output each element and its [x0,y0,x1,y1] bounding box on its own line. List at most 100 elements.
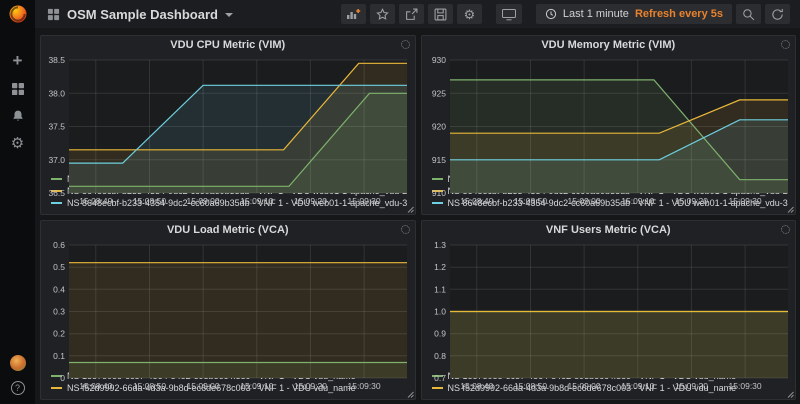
svg-text:910: 910 [431,188,445,198]
time-range-label: Last 1 minute [563,8,629,20]
star-icon [376,8,389,21]
tv-mode-button[interactable] [496,4,522,24]
plus-icon [356,9,360,13]
panel-vdu-cpu-metric: VDU CPU Metric (VIM) 36.5 37.0 37.5 38.0 38.… [40,35,416,215]
svg-text:0.3: 0.3 [53,307,65,317]
save-button[interactable] [428,4,453,24]
svg-text:15:08:50: 15:08:50 [133,381,166,391]
panel-loading-spinner-icon [401,40,410,49]
svg-text:15:08:40: 15:08:40 [79,381,112,391]
svg-text:0.4: 0.4 [53,284,65,294]
chevron-down-icon[interactable] [225,13,233,17]
svg-text:0.8: 0.8 [434,351,446,361]
clock-icon [545,8,557,20]
magnifier-icon [742,8,755,21]
svg-text:0.7: 0.7 [434,373,446,383]
svg-text:0: 0 [60,373,65,383]
dashboard-title[interactable]: OSM Sample Dashboard [67,7,218,22]
svg-text:15:09:10: 15:09:10 [621,196,654,206]
plus-icon: + [13,52,23,69]
svg-text:15:09:20: 15:09:20 [674,381,707,391]
chart-svg: 910 915 920 925 930 15:08:40 15:08:50 15:09:00 1… [422,55,796,207]
chart-area[interactable]: 00.10.20.30.40.50.615:08:4015:08:5015:09… [41,240,415,368]
panel-loading-spinner-icon [781,40,790,49]
panel-vdu-load-metric: VDU Load Metric (VCA) 0 0.1 0.2 0.3 0.4 0.5 0.… [40,220,416,400]
refresh-interval-label: Refresh every 5s [635,8,723,20]
svg-text:1.0: 1.0 [434,307,446,317]
svg-text:15:09:00: 15:09:00 [567,196,600,206]
star-button[interactable] [370,4,395,24]
chart-area[interactable]: 0.70.80.91.01.11.21.315:08:4015:08:5015:… [422,240,796,368]
svg-text:915: 915 [431,155,445,165]
svg-text:15:09:20: 15:09:20 [294,381,327,391]
svg-text:15:09:00: 15:09:00 [187,196,220,206]
sidebar-item-alerting[interactable] [11,109,25,123]
panel-resize-handle[interactable] [786,390,794,398]
help-icon[interactable]: ? [11,381,25,395]
svg-text:920: 920 [431,122,445,132]
panel-loading-spinner-icon [401,225,410,234]
sidebar-item-configuration[interactable]: ⚙ [11,136,24,151]
svg-text:37.5: 37.5 [48,122,65,132]
svg-text:0.6: 0.6 [53,240,65,250]
dashboard-settings-button[interactable]: ⚙ [457,4,482,24]
svg-text:15:09:00: 15:09:00 [567,381,600,391]
zoom-out-button[interactable] [736,4,761,24]
svg-text:15:09:30: 15:09:30 [728,196,761,206]
refresh-button[interactable] [765,4,790,24]
tv-icon [501,8,517,21]
chart-area[interactable]: 36.537.037.538.038.515:08:4015:08:5015:0… [41,55,415,171]
svg-text:15:09:10: 15:09:10 [240,196,273,206]
svg-text:38.5: 38.5 [48,55,65,65]
sidebar-item-create[interactable]: + [13,52,23,69]
svg-text:930: 930 [431,55,445,65]
svg-text:1.2: 1.2 [434,262,446,272]
panel-resize-handle[interactable] [406,390,414,398]
svg-text:15:09:30: 15:09:30 [348,381,381,391]
dashboards-grid-icon [11,82,25,96]
add-panel-button[interactable] [341,4,366,24]
chart-svg: 36.5 37.0 37.5 38.0 38.5 15:08:40 15:08:50 15:0… [41,55,415,207]
panel-title[interactable]: VNF Users Metric (VCA) [422,221,796,240]
share-button[interactable] [399,4,424,24]
svg-text:0.1: 0.1 [53,351,65,361]
svg-text:0.2: 0.2 [53,329,65,339]
share-icon [405,8,418,21]
gear-icon: ⚙ [11,136,24,151]
grafana-logo[interactable] [0,0,35,28]
svg-text:15:08:50: 15:08:50 [133,196,166,206]
svg-text:925: 925 [431,88,445,98]
svg-text:38.0: 38.0 [48,88,65,98]
svg-text:36.5: 36.5 [48,188,65,198]
svg-text:15:08:50: 15:08:50 [513,381,546,391]
panel-resize-handle[interactable] [786,205,794,213]
panel-resize-handle[interactable] [406,205,414,213]
panel-title[interactable]: VDU Memory Metric (VIM) [422,36,796,55]
user-avatar[interactable] [10,355,26,371]
panel-title[interactable]: VDU CPU Metric (VIM) [41,36,415,55]
svg-text:15:08:40: 15:08:40 [460,381,493,391]
svg-text:15:08:40: 15:08:40 [79,196,112,206]
left-sidebar: + ⚙ ? [0,28,35,404]
svg-text:0.5: 0.5 [53,262,65,272]
top-navbar: OSM Sample Dashboard [0,0,800,28]
panel-title[interactable]: VDU Load Metric (VCA) [41,221,415,240]
time-picker-button[interactable]: Last 1 minute Refresh every 5s [536,4,732,24]
chart-svg: 0.70.80.91.01.11.21.315:08:4015:08:5015:… [422,240,796,392]
panel-loading-spinner-icon [781,225,790,234]
chart-area[interactable]: 91091592092593015:08:4015:08:5015:09:001… [422,55,796,171]
gear-icon: ⚙ [464,8,476,21]
svg-text:37.0: 37.0 [48,155,65,165]
svg-text:15:09:00: 15:09:00 [187,381,220,391]
svg-text:15:08:50: 15:08:50 [513,196,546,206]
save-icon [434,8,447,21]
svg-text:15:08:40: 15:08:40 [460,196,493,206]
svg-text:0.9: 0.9 [434,329,446,339]
panel-vnf-users-metric: VNF Users Metric (VCA) 0.70.80.91.01.11.… [421,220,797,400]
dashboard-grid: VDU CPU Metric (VIM) 36.5 37.0 37.5 38.0 38.… [35,28,800,404]
svg-text:15:09:20: 15:09:20 [674,196,707,206]
svg-text:1.3: 1.3 [434,240,446,250]
svg-text:15:09:30: 15:09:30 [728,381,761,391]
sidebar-item-dashboards[interactable] [11,82,25,96]
svg-text:15:09:10: 15:09:10 [621,381,654,391]
